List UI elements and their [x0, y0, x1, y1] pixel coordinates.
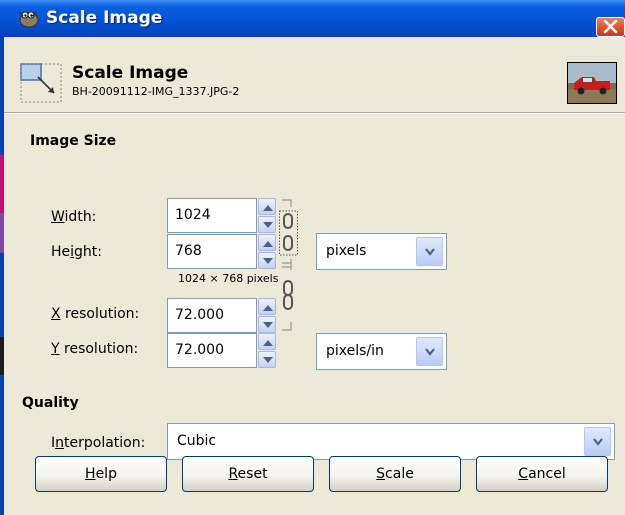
chevron-up-icon: [263, 340, 273, 346]
width-increment[interactable]: [258, 198, 276, 215]
height-increment[interactable]: [258, 234, 276, 251]
help-button[interactable]: Help: [35, 456, 167, 492]
scale-tool-icon: [20, 63, 62, 103]
chevron-up-icon: [263, 241, 273, 247]
chevron-down-icon: [263, 322, 273, 328]
size-chain-link-icon[interactable]: [278, 199, 300, 269]
resolution-chain-link-icon[interactable]: [278, 262, 300, 332]
chevron-down-icon: [263, 222, 273, 228]
resolution-unit-dropdown-button[interactable]: [416, 337, 443, 366]
dialog-header-title: Scale Image: [72, 63, 189, 83]
image-thumbnail: [567, 62, 617, 104]
chevron-up-icon: [263, 305, 273, 311]
x-resolution-field[interactable]: 72.000: [167, 298, 257, 333]
chevron-down-icon: [425, 248, 435, 256]
image-thumbnail-red-truck: [568, 63, 616, 103]
scale-button[interactable]: Scale: [329, 456, 461, 492]
reset-button[interactable]: Reset: [182, 456, 314, 492]
size-unit-dropdown-button[interactable]: [416, 237, 443, 266]
x-resolution-increment[interactable]: [258, 298, 276, 315]
interpolation-dropdown-button[interactable]: [584, 427, 611, 456]
width-label: Width:: [51, 209, 97, 225]
width-spinner[interactable]: [258, 198, 276, 233]
interpolation-label: Interpolation:: [51, 435, 146, 451]
chevron-down-icon: [425, 348, 435, 356]
interpolation-value: Cubic: [177, 433, 217, 449]
dialog-content: Scale Image BH-20091112-IMG_1337.JPG-2 I…: [4, 37, 625, 515]
height-spinner[interactable]: [258, 234, 276, 269]
height-field[interactable]: 768: [167, 234, 257, 269]
y-resolution-field[interactable]: 72.000: [167, 333, 257, 368]
header-separator: [4, 112, 625, 114]
size-unit-select[interactable]: pixels: [316, 233, 447, 270]
x-resolution-spinner[interactable]: [258, 298, 276, 333]
y-resolution-decrement[interactable]: [258, 351, 276, 368]
quality-heading: Quality: [22, 395, 79, 411]
window-title: Scale Image: [46, 8, 163, 28]
size-unit-value: pixels: [326, 243, 367, 259]
resolution-unit-select[interactable]: pixels/in: [316, 333, 447, 370]
x-resolution-decrement[interactable]: [258, 316, 276, 333]
dialog-header-subtitle: BH-20091112-IMG_1337.JPG-2: [72, 85, 240, 98]
interpolation-select[interactable]: Cubic: [167, 423, 615, 460]
gimp-wilber-icon: [19, 11, 39, 28]
height-label: Height:: [51, 244, 102, 260]
pixel-dimensions-text: 1024 × 768 pixels: [178, 272, 279, 285]
close-icon: [603, 20, 618, 34]
image-size-heading: Image Size: [30, 133, 117, 149]
chevron-up-icon: [263, 205, 273, 211]
cancel-button[interactable]: Cancel: [476, 456, 608, 492]
chevron-down-icon: [593, 438, 603, 446]
y-resolution-label: Y resolution:: [51, 341, 139, 357]
chevron-down-icon: [263, 258, 273, 264]
y-resolution-increment[interactable]: [258, 333, 276, 350]
height-decrement[interactable]: [258, 252, 276, 269]
resolution-unit-value: pixels/in: [326, 343, 384, 359]
x-resolution-label: X resolution:: [51, 306, 140, 322]
window-titlebar[interactable]: Scale Image: [0, 0, 625, 37]
y-resolution-spinner[interactable]: [258, 333, 276, 368]
close-button[interactable]: [596, 17, 625, 37]
chevron-down-icon: [263, 357, 273, 363]
width-decrement[interactable]: [258, 216, 276, 233]
width-field[interactable]: 1024: [167, 198, 257, 233]
